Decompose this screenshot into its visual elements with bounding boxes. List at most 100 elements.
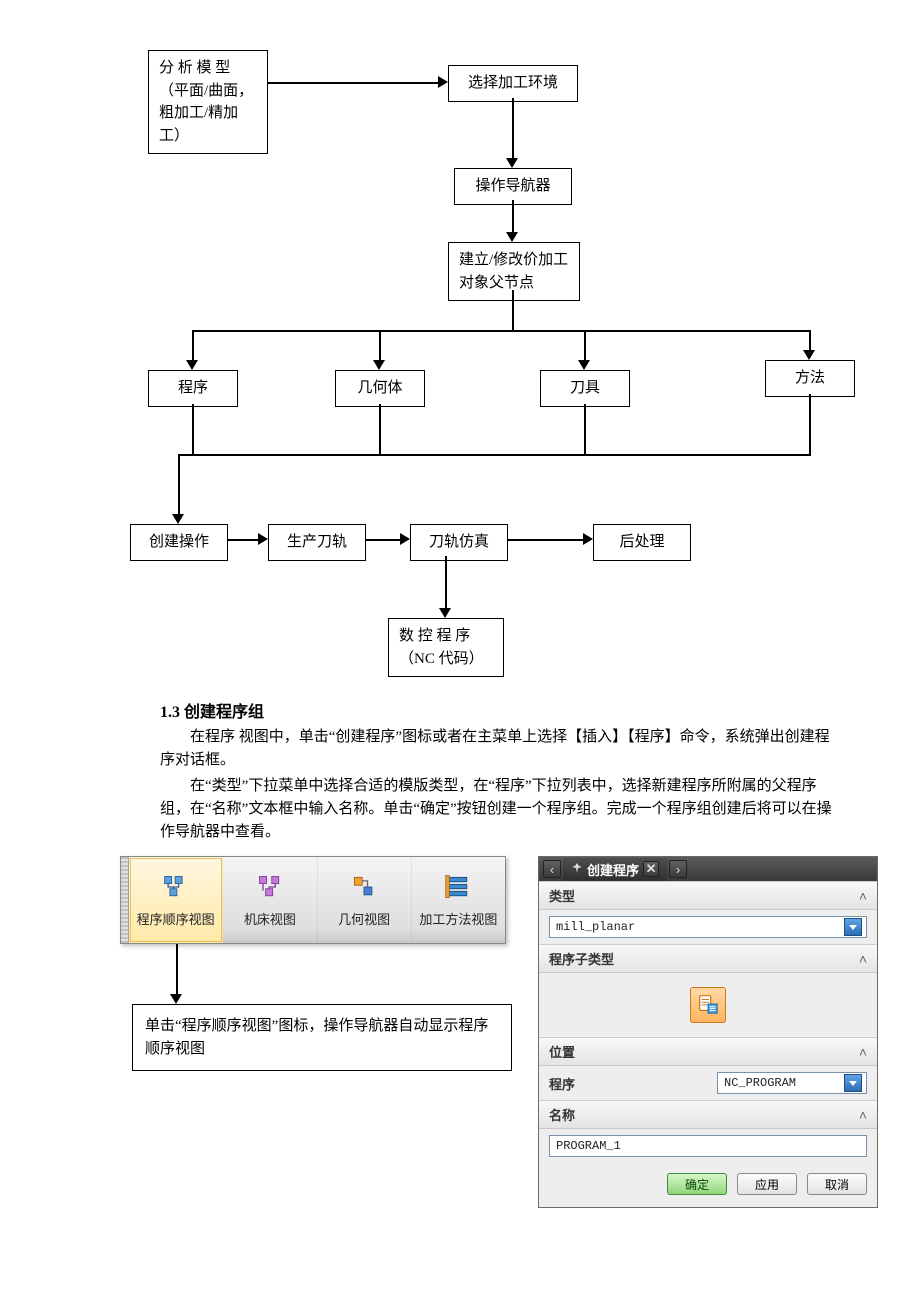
titlebar-next-button[interactable]: › (669, 860, 687, 878)
box-method-text: 方法 (795, 370, 825, 386)
program-subtype-icon (697, 993, 719, 1018)
subtype-program-button[interactable] (690, 987, 726, 1023)
ok-label: 确定 (685, 1176, 709, 1193)
arrowhead-icon (170, 994, 182, 1004)
connector (192, 330, 810, 332)
arrowhead-icon (506, 232, 518, 242)
arrowhead-icon (258, 533, 268, 545)
section-position-header[interactable]: 位置 ˄ (539, 1037, 877, 1066)
box-program: 程序 (148, 370, 238, 407)
connector (268, 82, 438, 84)
callout-connector (176, 944, 178, 994)
btn-machine-view[interactable]: 机床视图 (223, 857, 317, 943)
connector (508, 539, 583, 541)
section-type-body: mill_planar (539, 910, 877, 944)
box-createop-text: 创建操作 (149, 534, 209, 550)
connector (445, 556, 447, 608)
section-type-header[interactable]: 类型 ˄ (539, 881, 877, 910)
box-createop: 创建操作 (130, 524, 228, 561)
toolbar-grip[interactable] (121, 857, 129, 943)
box-buildparent: 建立/修改价加工对象父节点 (448, 242, 580, 301)
view-toolbar: 程序顺序视图 机床视图 几何视图 (120, 856, 506, 944)
box-geometry-text: 几何体 (357, 380, 402, 396)
box-genpath: 生产刀轨 (268, 524, 366, 561)
box-genpath-text: 生产刀轨 (287, 534, 347, 550)
callout-text: 单击“程序顺序视图”图标，操作导航器自动显示程序顺序视图 (145, 1018, 488, 1057)
dialog-titlebar[interactable]: ‹ 创建程序 ✕ › (539, 857, 877, 881)
geometry-view-icon (350, 873, 378, 905)
arrowhead-icon (172, 514, 184, 524)
section-position-label: 位置 (549, 1042, 575, 1061)
box-postproc: 后处理 (593, 524, 691, 561)
connector (379, 404, 381, 454)
dialog-close-button[interactable]: ✕ (643, 861, 659, 877)
apply-label: 应用 (755, 1176, 779, 1193)
connector (512, 200, 514, 232)
create-program-dialog: ‹ 创建程序 ✕ › 类型 ˄ mill_planar (538, 856, 878, 1208)
arrowhead-icon (438, 76, 448, 88)
chevron-up-icon: ˄ (859, 1107, 867, 1123)
para-2: 在“类型”下拉菜单中选择合适的模版类型，在“程序”下拉列表中，选择新建程序所附属… (160, 775, 840, 845)
name-input-value: PROGRAM_1 (556, 1139, 621, 1153)
connector (178, 454, 811, 456)
btn-label: 几何视图 (338, 909, 390, 928)
btn-label: 机床视图 (244, 909, 296, 928)
btn-label: 加工方法视图 (419, 909, 497, 928)
arrowhead-icon (583, 533, 593, 545)
connector (512, 98, 514, 158)
dialog-title-text: 创建程序 (587, 860, 639, 879)
method-view-icon (444, 873, 472, 905)
section-position-body: 程序 NC_PROGRAM (539, 1066, 877, 1100)
section-heading: 1.3 创建程序组 (160, 698, 920, 722)
connector (809, 394, 811, 454)
chevron-up-icon: ˄ (859, 888, 867, 904)
pin-icon (571, 862, 583, 877)
cancel-button[interactable]: 取消 (807, 1173, 867, 1195)
position-label: 程序 (549, 1074, 575, 1093)
dropdown-button[interactable] (844, 1074, 862, 1092)
section-name-body: PROGRAM_1 (539, 1129, 877, 1163)
connector (379, 330, 381, 360)
box-navigator-text: 操作导航器 (475, 178, 550, 194)
box-simpath-text: 刀轨仿真 (429, 534, 489, 550)
position-combo-value: NC_PROGRAM (724, 1076, 796, 1090)
machine-view-icon (256, 873, 284, 905)
connector (178, 454, 180, 514)
connector (512, 290, 514, 330)
box-analyze-text: 分 析 模 型（平面/曲面，粗加工/精加工） (159, 60, 253, 144)
box-analyze: 分 析 模 型（平面/曲面，粗加工/精加工） (148, 50, 268, 154)
section-subtype-label: 程序子类型 (549, 949, 614, 968)
titlebar-prev-button[interactable]: ‹ (543, 860, 561, 878)
box-simpath: 刀轨仿真 (410, 524, 508, 561)
arrowhead-icon (400, 533, 410, 545)
box-buildparent-text: 建立/修改价加工对象父节点 (459, 252, 568, 291)
section-name-label: 名称 (549, 1105, 575, 1124)
chevron-up-icon: ˄ (859, 1044, 867, 1060)
box-select-env-text: 选择加工环境 (468, 75, 558, 91)
btn-geometry-view[interactable]: 几何视图 (318, 857, 412, 943)
box-program-text: 程序 (178, 380, 208, 396)
name-input[interactable]: PROGRAM_1 (549, 1135, 867, 1157)
box-tool: 刀具 (540, 370, 630, 407)
section-type-label: 类型 (549, 886, 575, 905)
ok-button[interactable]: 确定 (667, 1173, 727, 1195)
dialog-buttons: 确定 应用 取消 (539, 1163, 877, 1207)
dropdown-button[interactable] (844, 918, 862, 936)
arrowhead-icon (506, 158, 518, 168)
section-name-header[interactable]: 名称 ˄ (539, 1100, 877, 1129)
box-tool-text: 刀具 (570, 380, 600, 396)
dialog-title: 创建程序 ✕ (563, 858, 667, 881)
box-postproc-text: 后处理 (619, 534, 664, 550)
section-subtype-header[interactable]: 程序子类型 ˄ (539, 944, 877, 973)
position-combo[interactable]: NC_PROGRAM (717, 1072, 867, 1094)
arrowhead-icon (439, 608, 451, 618)
box-method: 方法 (765, 360, 855, 397)
apply-button[interactable]: 应用 (737, 1173, 797, 1195)
chevron-up-icon: ˄ (859, 951, 867, 967)
connector (228, 539, 258, 541)
program-order-view-icon (162, 873, 190, 905)
arrowhead-icon (803, 350, 815, 360)
btn-method-view[interactable]: 加工方法视图 (412, 857, 505, 943)
type-combo[interactable]: mill_planar (549, 916, 867, 938)
btn-program-order-view[interactable]: 程序顺序视图 (129, 857, 223, 943)
